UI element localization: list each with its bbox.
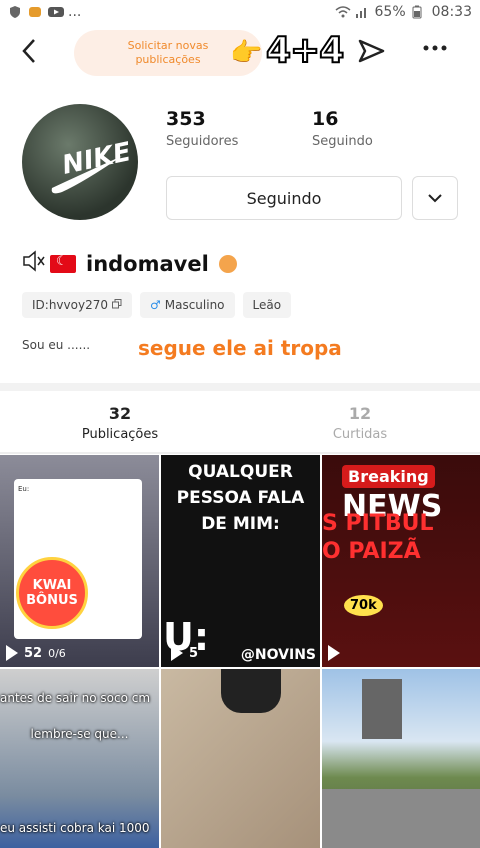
post-tile[interactable]: QUALQUER PESSOA FALA DE MIM: U: @NOVINS … xyxy=(161,455,320,667)
building-shape xyxy=(362,679,402,739)
post-image-shape xyxy=(221,669,281,713)
followers-count: 353 xyxy=(166,108,206,130)
post-tile[interactable]: antes de sair no soco cm lembre-se que..… xyxy=(0,669,159,848)
battery-percent: 65% xyxy=(374,4,406,20)
kwai-label: KWAI xyxy=(32,578,72,593)
notification-icon xyxy=(28,5,42,19)
zodiac-tag: Leão xyxy=(242,292,292,318)
following-button[interactable]: Seguindo xyxy=(166,176,402,220)
play-count: 5 xyxy=(171,645,198,661)
back-button[interactable] xyxy=(18,36,46,68)
badge-icon xyxy=(218,254,237,273)
kwai-bonus-badge: KWAI BÔNUS xyxy=(16,557,88,629)
post-tile[interactable] xyxy=(322,669,480,848)
post-caption-2: lembre-se que... xyxy=(30,727,129,741)
bio-text: Sou eu ...... xyxy=(22,338,91,352)
breaking-label: Breaking xyxy=(342,465,435,488)
post-handle: @NOVINS xyxy=(240,647,316,663)
post-title-line2: O PAIZÃ xyxy=(322,539,421,564)
post-tile[interactable]: Eu: KWAI BÔNUS 52 0/6 xyxy=(0,455,159,667)
view-count: 5 xyxy=(189,645,199,661)
tab-posts[interactable]: 32 Publicações xyxy=(0,404,240,442)
male-icon: ♂ xyxy=(149,298,161,312)
signal-icon xyxy=(355,5,369,19)
meme-text: Eu: xyxy=(18,485,30,493)
following-count: 16 xyxy=(312,108,339,130)
copy-icon xyxy=(111,298,122,312)
followers-label: Seguidores xyxy=(166,134,239,149)
views-badge: 70k xyxy=(344,595,383,616)
play-icon xyxy=(328,645,340,661)
following-label: Seguindo xyxy=(312,134,373,149)
user-id-tag[interactable]: ID:hvvoy270 xyxy=(22,292,132,318)
post-caption-1: antes de sair no soco cm xyxy=(0,691,151,705)
post-tile[interactable]: Breaking NEWS S PITBUL O PAIZÃ 70k xyxy=(322,455,480,667)
gender-label: Masculino xyxy=(164,298,225,312)
mute-speaker-icon xyxy=(22,250,46,277)
send-icon xyxy=(358,39,385,63)
chevron-down-icon xyxy=(428,194,442,203)
play-icon xyxy=(6,645,18,661)
youtube-icon xyxy=(48,5,64,19)
following-stat[interactable]: 16 Seguindo xyxy=(312,108,373,149)
bonus-label: BÔNUS xyxy=(26,593,78,608)
more-actions-dropdown[interactable] xyxy=(412,176,458,220)
top-bar: Solicitar novas publicações 👉 4+4 xyxy=(0,24,480,82)
post-title-line1: S PITBUL xyxy=(322,511,434,536)
tab-divider xyxy=(0,452,480,454)
view-count: 52 xyxy=(24,645,43,661)
zodiac-label: Leão xyxy=(252,298,282,312)
posts-count: 32 xyxy=(108,404,132,423)
wifi-icon xyxy=(335,5,351,19)
post-caption-3: eu assisti cobra kai 1000 xyxy=(0,821,150,835)
turkey-flag-icon xyxy=(50,254,76,273)
post-tile[interactable] xyxy=(161,669,320,848)
more-notifications: ... xyxy=(68,4,82,20)
followers-stat[interactable]: 353 Seguidores xyxy=(166,108,238,149)
chevron-left-icon xyxy=(22,39,35,63)
username-row: indomavel xyxy=(22,250,237,277)
post-text: QUALQUER PESSOA FALA DE MIM: xyxy=(176,462,305,534)
progress-text: 0/6 xyxy=(48,646,66,660)
posts-label: Publicações xyxy=(81,427,159,442)
shield-icon xyxy=(8,5,22,19)
username: indomavel xyxy=(86,251,209,276)
play-count: 52 0/6 xyxy=(6,645,66,661)
gender-tag: ♂ Masculino xyxy=(139,292,235,318)
pointing-hand-icon: 👉 xyxy=(230,38,263,68)
profile-tags: ID:hvvoy270 ♂ Masculino Leão xyxy=(22,292,292,318)
avatar[interactable]: NIKE xyxy=(22,104,138,220)
road-shape xyxy=(322,789,480,848)
play-count xyxy=(328,645,340,661)
tab-likes[interactable]: 12 Curtidas xyxy=(240,404,480,442)
likes-count: 12 xyxy=(348,404,372,423)
posts-grid: Eu: KWAI BÔNUS 52 0/6 QUALQUER PESSOA FA… xyxy=(0,455,480,848)
clock: 08:33 xyxy=(431,4,472,20)
share-button[interactable] xyxy=(356,36,388,68)
more-dots-icon xyxy=(423,45,447,51)
video-caption-overlay: segue ele ai tropa xyxy=(138,336,342,360)
status-bar: ... 65% 08:33 xyxy=(0,0,480,24)
likes-label: Curtidas xyxy=(332,427,388,442)
battery-icon xyxy=(412,5,426,19)
more-options-button[interactable] xyxy=(420,32,450,68)
section-divider xyxy=(0,383,480,391)
overlay-text: 4+4 xyxy=(265,29,345,72)
play-icon xyxy=(171,645,183,661)
user-id: ID:hvvoy270 xyxy=(32,298,108,312)
